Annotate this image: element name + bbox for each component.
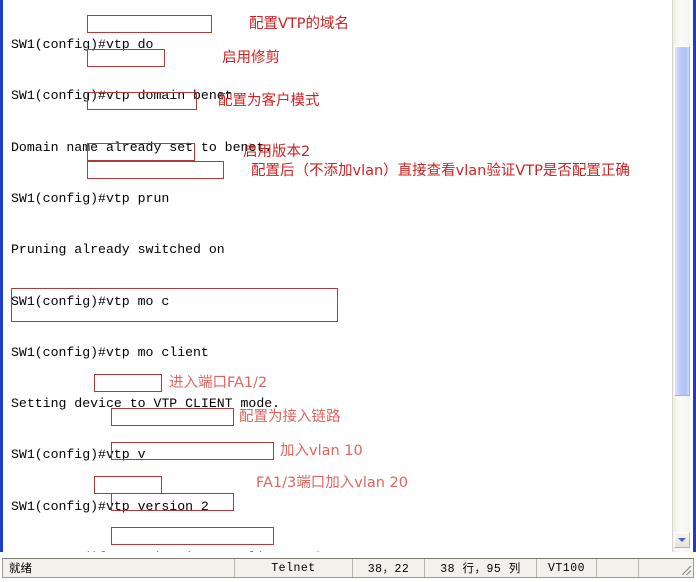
terminal-output-area[interactable]: SW1(config)#vtp do SW1(config)#vtp domai… (6, 0, 669, 552)
annotation-show-vlan: 配置后（不添加vlan）直接查看vlan验证VTP是否配置正确 (251, 163, 630, 179)
annotation-acc-vlan-10: 加入vlan 10 (280, 443, 363, 459)
status-ready: 就绪 (3, 559, 235, 577)
annotation-int-fa13: FA1/3端口加入vlan 20 (256, 475, 409, 491)
terminal-line: SW1(config)#vtp do (11, 37, 154, 53)
status-spacer-1 (597, 559, 639, 577)
status-emulation: VT100 (537, 559, 597, 577)
telnet-window: SW1(config)#vtp do SW1(config)#vtp domai… (0, 0, 696, 582)
annotation-int-fa12: 进入端口FA1/2 (169, 375, 268, 391)
annotation-mode-access: 配置为接入链路 (239, 409, 341, 425)
status-protocol: Telnet (235, 559, 353, 577)
annotation-vtp-pruning: 启用修剪 (222, 50, 280, 66)
resize-grip[interactable] (679, 559, 693, 577)
terminal-line: SW1(config)#vtp domain benet (11, 88, 233, 104)
scroll-down-button[interactable] (674, 532, 690, 548)
terminal-line: SW1(config)#vtp mo client (11, 344, 209, 360)
terminal-line: SW1(config)#vtp version 2 (11, 498, 209, 514)
status-spacer-2 (639, 559, 679, 577)
status-cursor-position: 38，22 (353, 559, 425, 577)
terminal-line: SW1(config)#vtp prun (11, 191, 170, 207)
annotation-vtp-client: 配置为客户模式 (218, 93, 320, 109)
terminal-line: Domain name already set to benet. (11, 139, 273, 155)
vertical-scrollbar[interactable] (672, 0, 690, 552)
terminal-frame: SW1(config)#vtp do SW1(config)#vtp domai… (0, 0, 696, 552)
status-bar: 就绪 Telnet 38，22 38 行，95 列 VT100 (0, 552, 696, 582)
terminal-text: SW1(config)#vtp do SW1(config)#vtp domai… (11, 2, 669, 552)
annotation-vtp-version: 启用版本2 (243, 144, 311, 160)
status-screen-size: 38 行，95 列 (425, 559, 537, 577)
terminal-line: SW1(config)#vtp mo c (11, 293, 170, 309)
scrollbar-thumb[interactable] (674, 46, 690, 396)
terminal-line: Pruning already switched on (11, 242, 225, 258)
annotation-vtp-domain: 配置VTP的域名 (249, 16, 350, 32)
chevron-down-icon (678, 538, 686, 542)
